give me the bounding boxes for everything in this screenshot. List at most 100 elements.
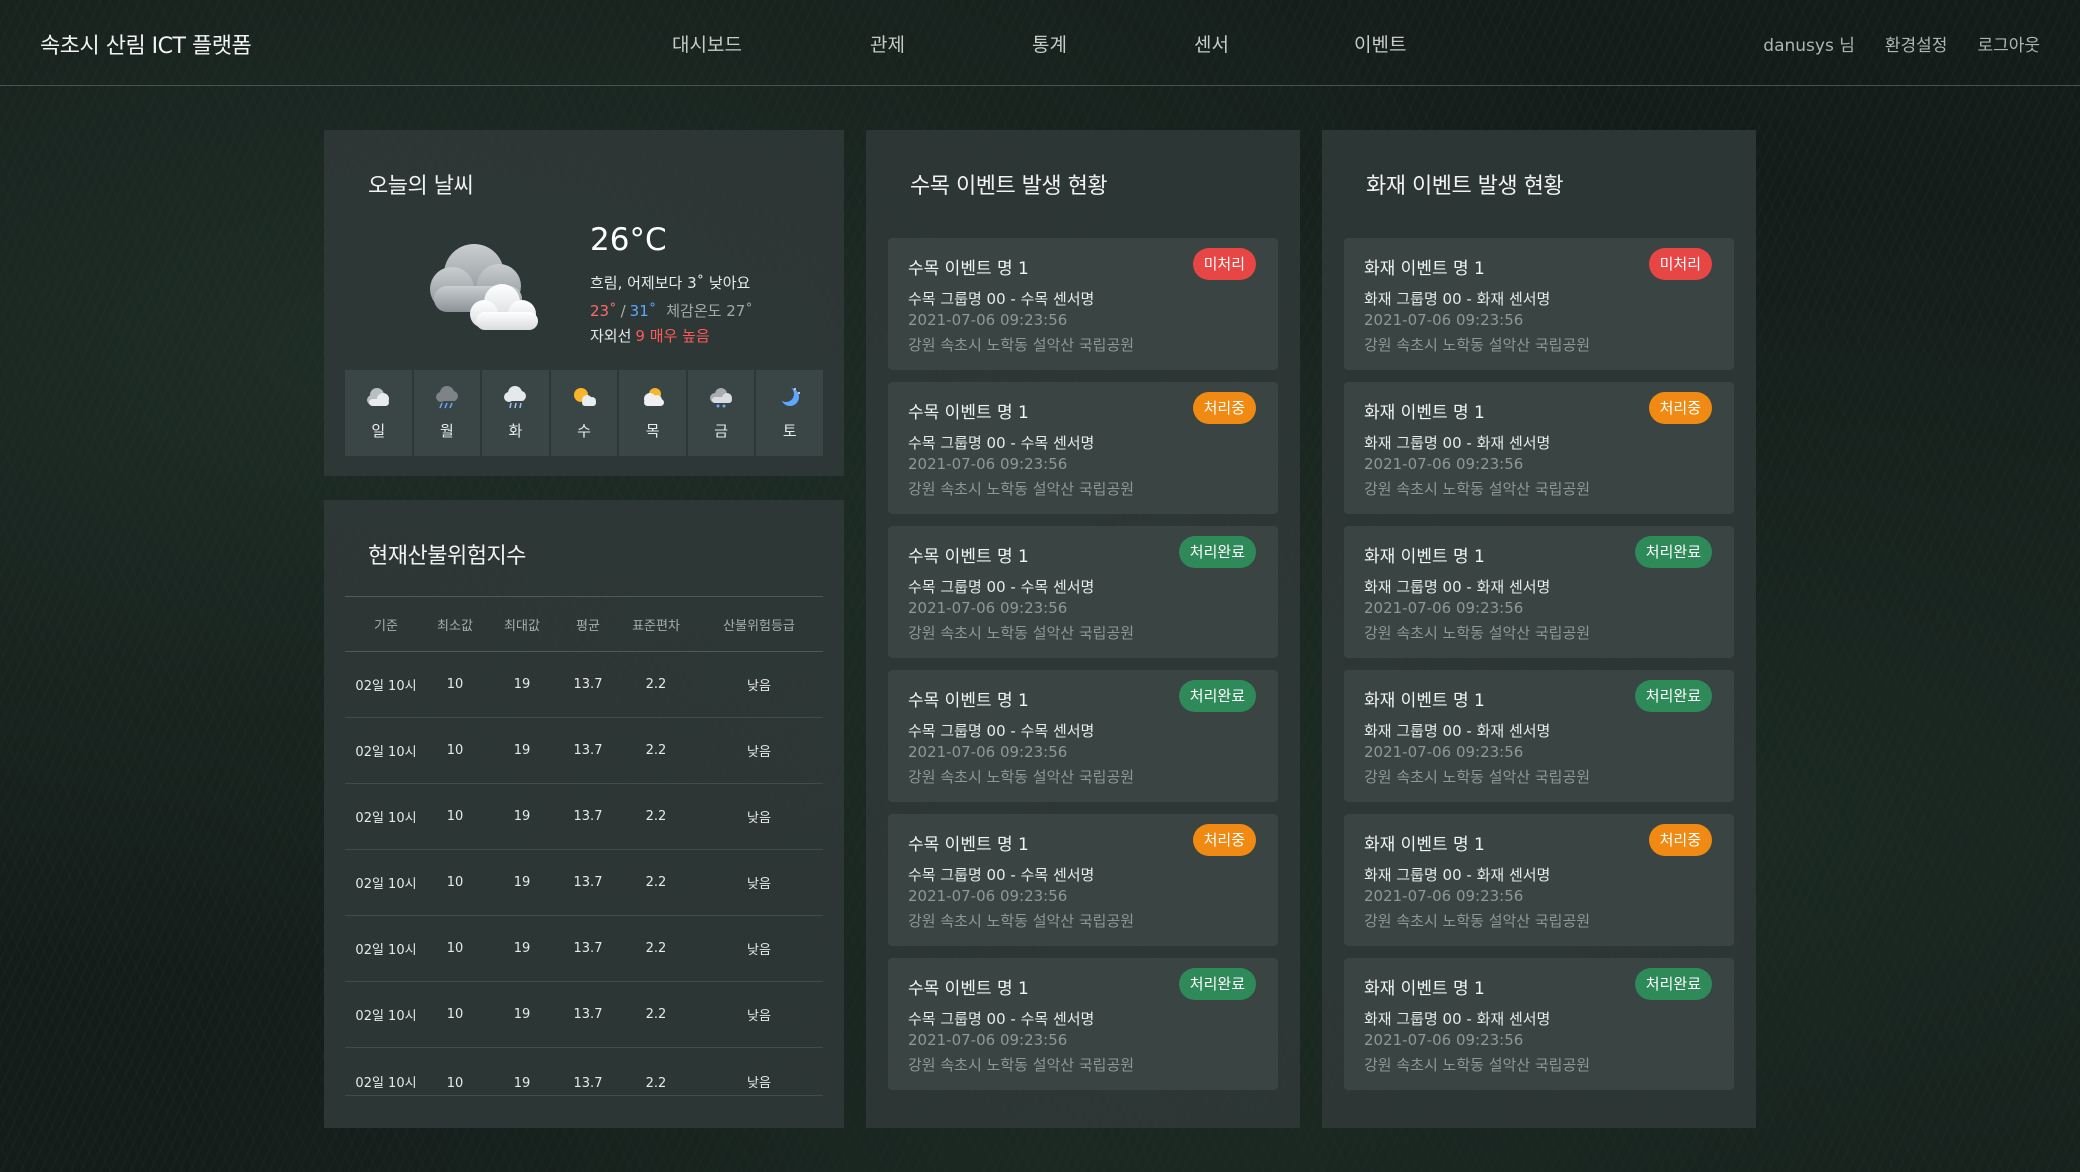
table-cell: 2.2: [645, 1076, 667, 1091]
event-card[interactable]: 수목 이벤트 명 1 수목 그룹명 00 - 수목 센서명 2021-07-06 0…: [888, 814, 1278, 946]
event-name: 수목 이벤트 명 1: [908, 547, 1029, 567]
day-label: 화: [508, 422, 523, 440]
event-group-sensor: 화재 그룹명 00 - 화재 센서명: [1364, 866, 1551, 884]
nav-event[interactable]: 이벤트: [1354, 30, 1406, 57]
table-row: 02일 10시 10 19 13.7 2.2 낮음: [345, 1048, 823, 1096]
event-card[interactable]: 화재 이벤트 명 1 화재 그룹명 00 - 화재 센서명 2021-07-06 0…: [1344, 670, 1734, 802]
status-badge: 처리중: [1192, 824, 1256, 856]
status-badge: 처리완료: [1634, 968, 1712, 1000]
event-timestamp: 2021-07-06 09:23:56: [1364, 887, 1524, 905]
event-timestamp: 2021-07-06 09:23:56: [1364, 311, 1524, 329]
logout-link[interactable]: 로그아웃: [1977, 31, 2040, 56]
event-card[interactable]: 수목 이벤트 명 1 수목 그룹명 00 - 수목 센서명 2021-07-06 0…: [888, 382, 1278, 514]
table-cell: 13.7: [573, 677, 603, 692]
event-timestamp: 2021-07-06 09:23:56: [908, 887, 1068, 905]
event-timestamp: 2021-07-06 09:23:56: [1364, 743, 1524, 761]
fire-event-title: 화재 이벤트 발생 현황: [1366, 174, 1564, 199]
table-cell: 낮음: [747, 1009, 771, 1024]
event-name: 수목 이벤트 명 1: [908, 979, 1029, 999]
event-group-sensor: 수목 그룹명 00 - 수목 센서명: [908, 578, 1095, 596]
event-group-sensor: 화재 그룹명 00 - 화재 센서명: [1364, 434, 1551, 452]
status-badge: 처리중: [1648, 824, 1712, 856]
table-cell: 10: [446, 1076, 464, 1091]
event-group-sensor: 수목 그룹명 00 - 수목 센서명: [908, 290, 1095, 308]
event-group-sensor: 화재 그룹명 00 - 화재 센서명: [1364, 722, 1551, 740]
table-cell: 2.2: [645, 677, 667, 692]
fire-risk-title: 현재산불위험지수: [368, 544, 526, 569]
table-cell: 13.7: [573, 743, 603, 758]
table-cell: 19: [513, 875, 531, 890]
event-group-sensor: 화재 그룹명 00 - 화재 센서명: [1364, 578, 1551, 596]
event-timestamp: 2021-07-06 09:23:56: [1364, 455, 1524, 473]
table-cell: 13.7: [573, 1076, 603, 1091]
event-timestamp: 2021-07-06 09:23:56: [1364, 1031, 1524, 1049]
event-name: 수목 이벤트 명 1: [908, 403, 1029, 423]
day-label: 토: [782, 422, 797, 440]
event-location: 강원 속초시 노학동 설악산 국립공원: [908, 768, 1135, 786]
forecast-day-fri: 금: [687, 370, 755, 456]
event-name: 화재 이벤트 명 1: [1364, 691, 1485, 711]
event-card[interactable]: 수목 이벤트 명 1 수목 그룹명 00 - 수목 센서명 2021-07-06 0…: [888, 238, 1278, 370]
user-name[interactable]: danusys 님: [1763, 31, 1855, 56]
table-cell: 낮음: [747, 679, 771, 694]
weather-panel: 오늘의 날씨 26°C 흐림, 어제보다 3˚ 낮아요 23˚/31˚ 체감온도 …: [324, 130, 844, 476]
nav-statistics[interactable]: 통계: [1032, 30, 1067, 57]
status-badge: 처리완료: [1634, 680, 1712, 712]
temp-low: 23˚: [590, 302, 617, 320]
nav-monitoring[interactable]: 관제: [870, 30, 905, 57]
event-location: 강원 속초시 노학동 설악산 국립공원: [1364, 768, 1591, 786]
weather-desc: 흐림, 어제보다 3˚ 낮아요: [590, 274, 751, 292]
fire-event-panel: 화재 이벤트 발생 현황 화재 이벤트 명 1 화재 그룹명 00 - 화재 센서…: [1322, 130, 1756, 1128]
uv-level: 9 매우 높음: [635, 327, 710, 345]
table-cell: 2.2: [645, 743, 667, 758]
table-row: 02일 10시 10 19 13.7 2.2 낮음: [345, 916, 823, 982]
event-card[interactable]: 화재 이벤트 명 1 화재 그룹명 00 - 화재 센서명 2021-07-06 0…: [1344, 382, 1734, 514]
column-header: 산불위험등급: [723, 618, 795, 634]
event-card[interactable]: 화재 이벤트 명 1 화재 그룹명 00 - 화재 센서명 2021-07-06 0…: [1344, 526, 1734, 658]
sun-cloud-icon: [574, 388, 597, 406]
event-location: 강원 속초시 노학동 설악산 국립공원: [1364, 912, 1591, 930]
forecast-day-thu: 목: [619, 370, 686, 456]
moon-icon: [777, 386, 800, 406]
event-location: 강원 속초시 노학동 설악산 국립공원: [1364, 480, 1591, 498]
top-header: 속초시 산림 ICT 플랫폼 대시보드 관제 통계 센서 이벤트 danusys…: [0, 0, 2080, 86]
event-name: 화재 이벤트 명 1: [1364, 259, 1485, 279]
sun-cloud-icon: [643, 388, 664, 406]
event-card[interactable]: 수목 이벤트 명 1 수목 그룹명 00 - 수목 센서명 2021-07-06 0…: [888, 958, 1278, 1090]
table-cell: 10: [446, 743, 464, 758]
forecast-day-mon: 월: [413, 370, 481, 456]
column-header: 평균: [576, 618, 600, 634]
column-header: 최소값: [437, 618, 473, 634]
table-row: 02일 10시 10 19 13.7 2.2 낮음: [345, 652, 823, 718]
settings-link[interactable]: 환경설정: [1885, 31, 1948, 56]
table-row: 02일 10시 10 19 13.7 2.2 낮음: [345, 784, 823, 850]
event-name: 수목 이벤트 명 1: [908, 259, 1029, 279]
event-name: 화재 이벤트 명 1: [1364, 979, 1485, 999]
table-cell: 10: [446, 941, 464, 956]
temp-separator: /: [620, 302, 626, 320]
status-badge: 처리중: [1192, 392, 1256, 424]
event-card[interactable]: 수목 이벤트 명 1 수목 그룹명 00 - 수목 센서명 2021-07-06 0…: [888, 526, 1278, 658]
table-cell: 낮음: [747, 811, 771, 826]
tree-event-panel: 수목 이벤트 발생 현황 수목 이벤트 명 1 수목 그룹명 00 - 수목 센서…: [866, 130, 1300, 1128]
column-header: 표준편차: [632, 618, 680, 634]
table-cell: 13.7: [573, 1007, 603, 1022]
table-cell: 2.2: [645, 875, 667, 890]
current-temp: 26°C: [590, 222, 667, 258]
table-cell: 낮음: [747, 877, 771, 892]
event-card[interactable]: 화재 이벤트 명 1 화재 그룹명 00 - 화재 센서명 2021-07-06 0…: [1344, 238, 1734, 370]
nav-sensor[interactable]: 센서: [1194, 30, 1229, 57]
event-location: 강원 속초시 노학동 설악산 국립공원: [908, 336, 1135, 354]
table-cell: 13.7: [573, 941, 603, 956]
column-header: 최대값: [504, 618, 540, 634]
table-cell: 2.2: [645, 1007, 667, 1022]
table-cell: 02일 10시: [355, 1076, 417, 1091]
event-timestamp: 2021-07-06 09:23:56: [908, 455, 1068, 473]
event-group-sensor: 수목 그룹명 00 - 수목 센서명: [908, 866, 1095, 884]
table-cell: 19: [513, 941, 531, 956]
forecast-day-sat: 토: [756, 370, 824, 456]
nav-dashboard[interactable]: 대시보드: [672, 30, 742, 57]
event-card[interactable]: 화재 이벤트 명 1 화재 그룹명 00 - 화재 센서명 2021-07-06 0…: [1344, 958, 1734, 1090]
event-card[interactable]: 수목 이벤트 명 1 수목 그룹명 00 - 수목 센서명 2021-07-06 0…: [888, 670, 1278, 802]
event-card[interactable]: 화재 이벤트 명 1 화재 그룹명 00 - 화재 센서명 2021-07-06 0…: [1344, 814, 1734, 946]
